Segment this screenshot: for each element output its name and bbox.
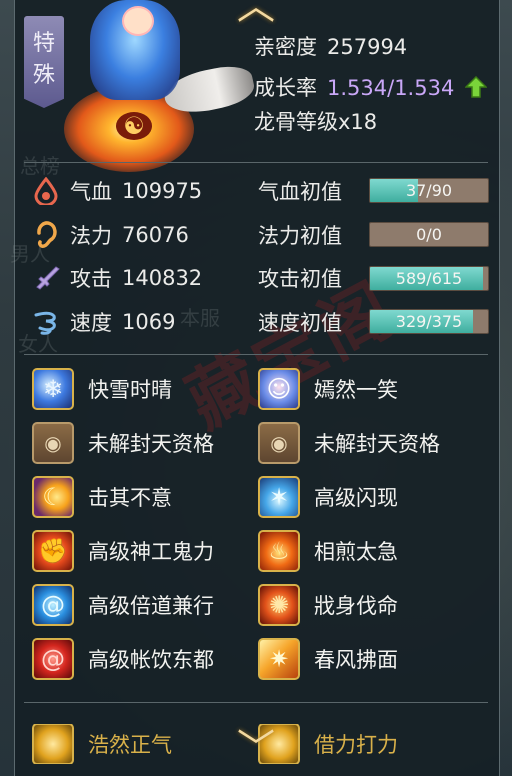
skill-name: 借力打力 (314, 733, 398, 757)
background-text: 本服 (180, 306, 220, 330)
skill-name: 相煎太急 (314, 540, 398, 564)
scroll-up-chevron-icon[interactable]: ︿ (233, 0, 279, 25)
skill-name: 击其不意 (88, 486, 172, 510)
skill-item[interactable]: ☺ 嫣然一笑 (258, 366, 398, 412)
closeness-label: 亲密度 (254, 35, 317, 59)
skill-item[interactable]: ✷ 春风拂面 (258, 636, 398, 682)
smile-icon: ☺ (266, 375, 292, 403)
stat-value: 1069 (122, 310, 176, 334)
init-label: 攻击初值 (258, 267, 342, 291)
skill-item[interactable]: 借力打力 (258, 724, 398, 764)
skill-item[interactable]: ♨ 相煎太急 (258, 528, 398, 574)
bar-text: 37/90 (405, 181, 453, 200)
crescent-icon: ☾ (42, 483, 64, 511)
snow-skill-icon: ❄ (32, 368, 74, 410)
rays-icon: ✷ (268, 645, 290, 673)
stat-label: 法力 (70, 224, 112, 248)
init-progress-bar: 0/0 (369, 222, 489, 247)
skill-name: 戕身伐命 (314, 594, 398, 618)
blood-drop-icon (30, 175, 62, 207)
divider (24, 162, 488, 163)
dragon-bone-level: 龙骨等级x18 (254, 110, 378, 134)
divider (24, 354, 488, 355)
skill-name: 高级神工鬼力 (88, 540, 214, 564)
stat-row-attack: 攻击 140832 (30, 260, 202, 296)
claw-icon: ✺ (268, 591, 290, 619)
skill-name: 浩然正气 (88, 733, 172, 757)
init-label: 速度初值 (258, 311, 342, 335)
skill-item[interactable]: ✊ 高级神工鬼力 (32, 528, 214, 574)
stat-label: 速度 (70, 311, 112, 335)
swirl-icon: @ (41, 591, 65, 619)
stat-value: 109975 (122, 179, 203, 203)
skill-item[interactable]: ☾ 击其不意 (32, 474, 172, 520)
pet-face (122, 6, 154, 36)
stat-value: 76076 (122, 223, 189, 247)
skill-item[interactable]: ✶ 高级闪现 (258, 474, 398, 520)
bar-text: 589/615 (395, 269, 463, 288)
skill-item[interactable]: @ 高级倍道兼行 (32, 582, 214, 628)
growth-value: 1.534/1.534 (327, 76, 455, 100)
ear-icon (30, 219, 62, 251)
growth-row: 成长率 1.534/1.534 (254, 72, 487, 102)
skill-item[interactable]: ◉ 未解封天资格 (258, 420, 440, 466)
skill-item[interactable]: ✺ 戕身伐命 (258, 582, 398, 628)
init-label: 法力初值 (258, 224, 342, 248)
growth-up-arrow-icon[interactable] (465, 76, 487, 98)
scroll-down-chevron-icon[interactable]: ﹀ (233, 729, 279, 767)
init-progress-bar: 329/375 (369, 309, 489, 334)
skill-item[interactable]: ❄ 快雪时晴 (32, 366, 172, 412)
fist-icon: ✊ (38, 537, 68, 565)
stat-label: 攻击 (70, 267, 112, 291)
bar-text: 0/0 (416, 225, 442, 244)
smile-skill-icon: ☺ (258, 368, 300, 410)
flash-skill-icon: ✶ (258, 476, 300, 518)
skill-item[interactable]: 浩然正气 (32, 724, 172, 764)
gold-skill-icon (32, 724, 74, 764)
swirl-icon: @ (41, 645, 65, 673)
red-swirl-skill-icon: @ (32, 638, 74, 680)
locked-bag-icon: ◉ (258, 422, 300, 464)
flame-skill-icon: ♨ (258, 530, 300, 572)
skill-name: 未解封天资格 (314, 432, 440, 456)
bar-text: 329/375 (395, 312, 463, 331)
skill-item[interactable]: @ 高级帐饮东都 (32, 636, 214, 682)
stat-row-hp: 气血 109975 (30, 173, 202, 209)
skill-name: 高级闪现 (314, 486, 398, 510)
closeness-row: 亲密度 257994 (254, 31, 407, 61)
skill-name: 春风拂面 (314, 648, 398, 672)
wind-icon (30, 306, 62, 338)
stat-label: 气血 (70, 180, 112, 204)
stat-row-mp: 法力 76076 (30, 217, 189, 253)
spring-wind-skill-icon: ✷ (258, 638, 300, 680)
skill-name: 未解封天资格 (88, 432, 214, 456)
special-tag: 特殊 (24, 16, 64, 108)
slash-skill-icon: ☾ (32, 476, 74, 518)
init-progress-bar: 589/615 (369, 266, 489, 291)
skill-name: 高级帐饮东都 (88, 648, 214, 672)
locked-bag-icon: ◉ (32, 422, 74, 464)
taiji-icon: ☯ (116, 112, 152, 140)
fire-fist-skill-icon: ✊ (32, 530, 74, 572)
sword-icon (30, 262, 62, 294)
water-swirl-skill-icon: @ (32, 584, 74, 626)
burst-icon: ✶ (268, 483, 290, 511)
tiger-skill-icon: ✺ (258, 584, 300, 626)
snowflake-icon: ❄ (42, 375, 64, 403)
bag-icon: ◉ (270, 431, 288, 455)
bag-icon: ◉ (44, 431, 62, 455)
divider (24, 702, 488, 703)
growth-label: 成长率 (254, 76, 317, 100)
init-label: 气血初值 (258, 180, 342, 204)
skill-name: 快雪时晴 (88, 378, 172, 402)
skill-name: 高级倍道兼行 (88, 594, 214, 618)
stat-value: 140832 (122, 266, 203, 290)
flame-icon: ♨ (268, 537, 290, 565)
skill-item[interactable]: ◉ 未解封天资格 (32, 420, 214, 466)
init-progress-bar: 37/90 (369, 178, 489, 203)
closeness-value: 257994 (327, 35, 408, 59)
stat-row-speed: 速度 1069 (30, 304, 175, 340)
skill-name: 嫣然一笑 (314, 378, 398, 402)
